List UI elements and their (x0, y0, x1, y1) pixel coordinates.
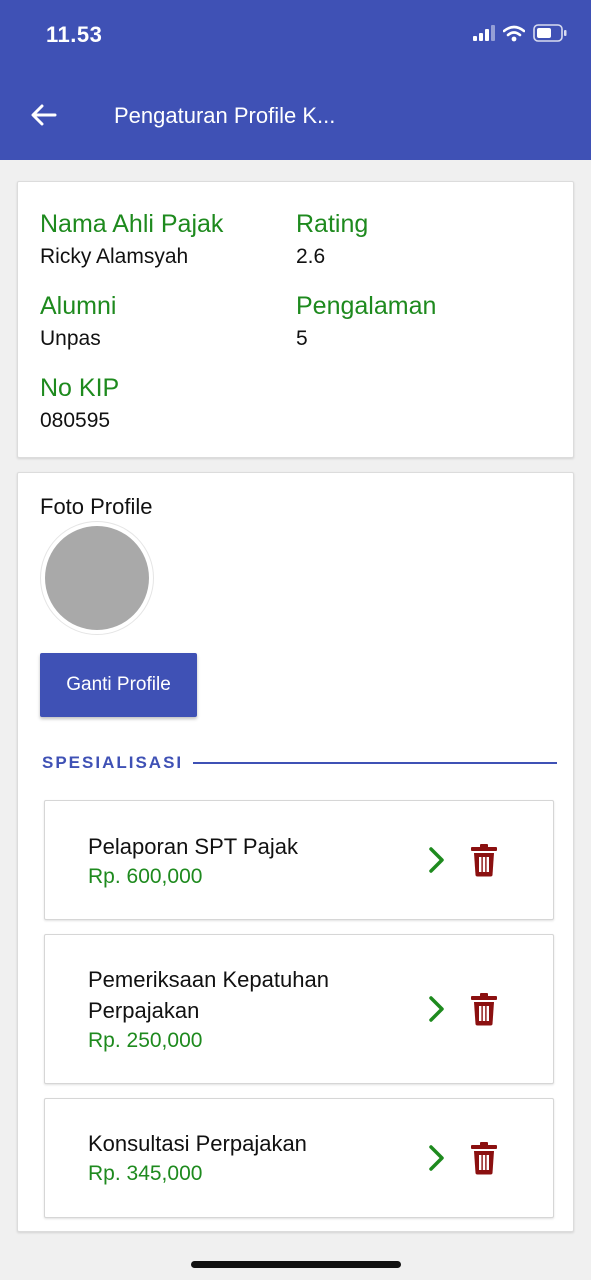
status-time: 11.53 (46, 22, 103, 47)
kip-label: No KIP (40, 374, 120, 402)
experience-value: 5 (296, 327, 308, 350)
chevron-right-icon[interactable] (423, 1143, 449, 1173)
signal-icon (473, 25, 495, 46)
back-button[interactable] (26, 97, 62, 133)
rating-label: Rating (296, 210, 369, 238)
avatar (40, 521, 154, 635)
chevron-right-icon[interactable] (423, 994, 449, 1024)
avatar-placeholder (45, 526, 149, 630)
specialization-item[interactable]: Pelaporan SPT Pajak Rp. 600,000 (44, 800, 554, 920)
specialization-price: Rp. 600,000 (88, 865, 203, 888)
profile-card: Foto Profile Ganti Profile SPESIALISASI … (17, 472, 574, 1232)
experience-label: Pengalaman (296, 292, 437, 320)
specialization-name: Pemeriksaan Kepatuhan Perpajakan (88, 967, 329, 1023)
photo-label: Foto Profile (40, 494, 153, 519)
wifi-icon (502, 25, 526, 47)
specialization-name: Pelaporan SPT Pajak (88, 834, 298, 859)
section-divider (193, 762, 557, 764)
specialization-price: Rp. 345,000 (88, 1162, 203, 1185)
trash-icon[interactable] (468, 1140, 500, 1176)
specialization-title: SPESIALISASI (42, 753, 184, 772)
specialization-item[interactable]: Pemeriksaan Kepatuhan Perpajakan Rp. 250… (44, 934, 554, 1084)
specialization-name: Konsultasi Perpajakan (88, 1131, 307, 1156)
alumni-label: Alumni (40, 292, 117, 320)
page-title: Pengaturan Profile K... (114, 103, 336, 128)
specialization-item[interactable]: Konsultasi Perpajakan Rp. 345,000 (44, 1098, 554, 1218)
trash-icon[interactable] (468, 842, 500, 878)
app-bar: 11.53 Pengaturan Profile K... (0, 0, 591, 160)
alumni-value: Unpas (40, 327, 101, 350)
kip-value: 080595 (40, 409, 111, 432)
specialization-header: SPESIALISASI (42, 753, 557, 773)
name-label: Nama Ahli Pajak (40, 210, 224, 238)
change-profile-button[interactable]: Ganti Profile (40, 653, 197, 717)
expert-info-card: Nama Ahli Pajak Ricky Alamsyah Rating 2.… (17, 181, 574, 458)
back-arrow-icon (31, 104, 57, 126)
status-icons (473, 24, 567, 47)
rating-value: 2.6 (296, 245, 326, 268)
chevron-right-icon[interactable] (423, 845, 449, 875)
trash-icon[interactable] (468, 991, 500, 1027)
home-indicator[interactable] (191, 1261, 401, 1268)
name-value: Ricky Alamsyah (40, 245, 189, 268)
specialization-price: Rp. 250,000 (88, 1029, 203, 1052)
battery-icon (533, 24, 567, 47)
